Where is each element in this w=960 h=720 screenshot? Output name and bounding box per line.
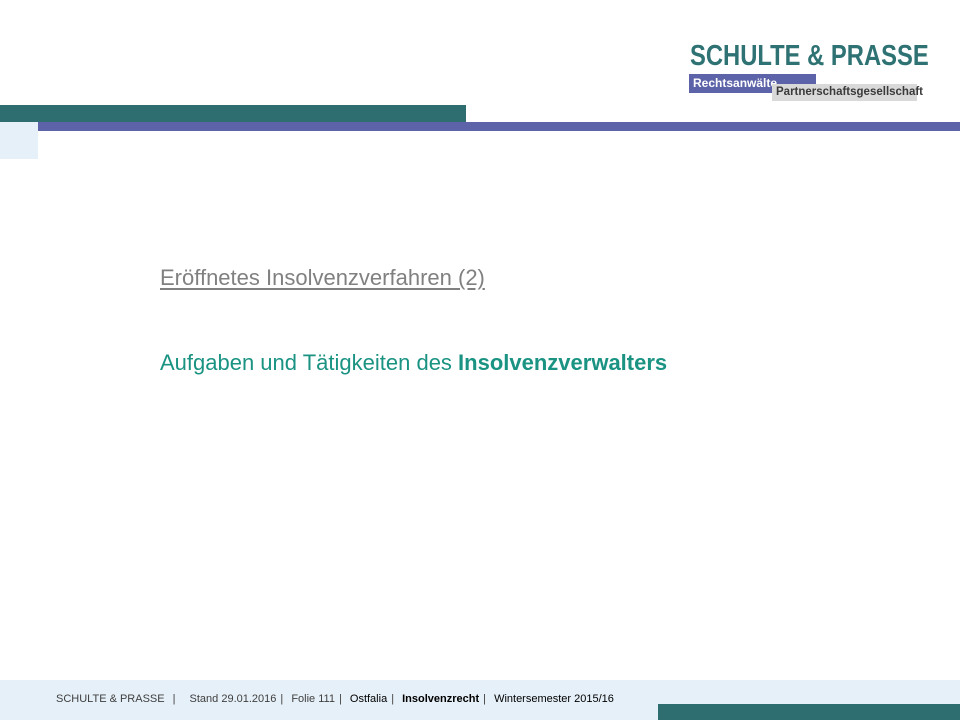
footer-separator: | <box>280 693 284 705</box>
footer: SCHULTE & PRASSE | Stand 29.01.2016 | Foli… <box>0 680 960 720</box>
footer-semester: Wintersemester 2015/16 <box>494 693 614 705</box>
footer-separator: | <box>338 693 342 705</box>
footer-course: Insolvenzrecht <box>402 693 480 705</box>
subtitle-normal-text: Aufgaben und Tätigkeiten des <box>160 350 459 375</box>
footer-separator: | <box>483 693 486 705</box>
footer-stand-date: 29.01.2016 <box>221 693 277 705</box>
header-corner-panel <box>0 122 38 159</box>
footer-folie-number: 111 <box>318 693 335 705</box>
footer-stand-label: Stand <box>189 693 219 705</box>
logo-name: SCHULTE & PRASSE <box>690 40 929 72</box>
slide-subtitle: Aufgaben und Tätigkeiten des Insolvenzve… <box>160 349 667 377</box>
header-bar-teal <box>0 105 466 122</box>
footer-folie-label: Folie <box>291 693 316 705</box>
company-logo: SCHULTE & PRASSE Rechtsanwälte Partnersc… <box>688 40 929 104</box>
subtitle-bold-text: Insolvenzverwalters <box>458 350 668 375</box>
footer-text: SCHULTE & PRASSE | Stand 29.01.2016 | Foli… <box>56 692 614 706</box>
footer-bar-teal <box>658 704 960 720</box>
header-bar-blue <box>38 122 960 131</box>
footer-firm: SCHULTE & PRASSE <box>56 693 165 705</box>
footer-separator: | <box>391 693 395 705</box>
footer-institution: Ostfalia <box>349 693 388 705</box>
logo-tag-partnerschaft: Partnerschaftsgesellschaft <box>772 84 923 101</box>
footer-separator: | <box>172 693 176 705</box>
section-title: Eröffnetes Insolvenzverfahren (2) <box>160 265 485 290</box>
